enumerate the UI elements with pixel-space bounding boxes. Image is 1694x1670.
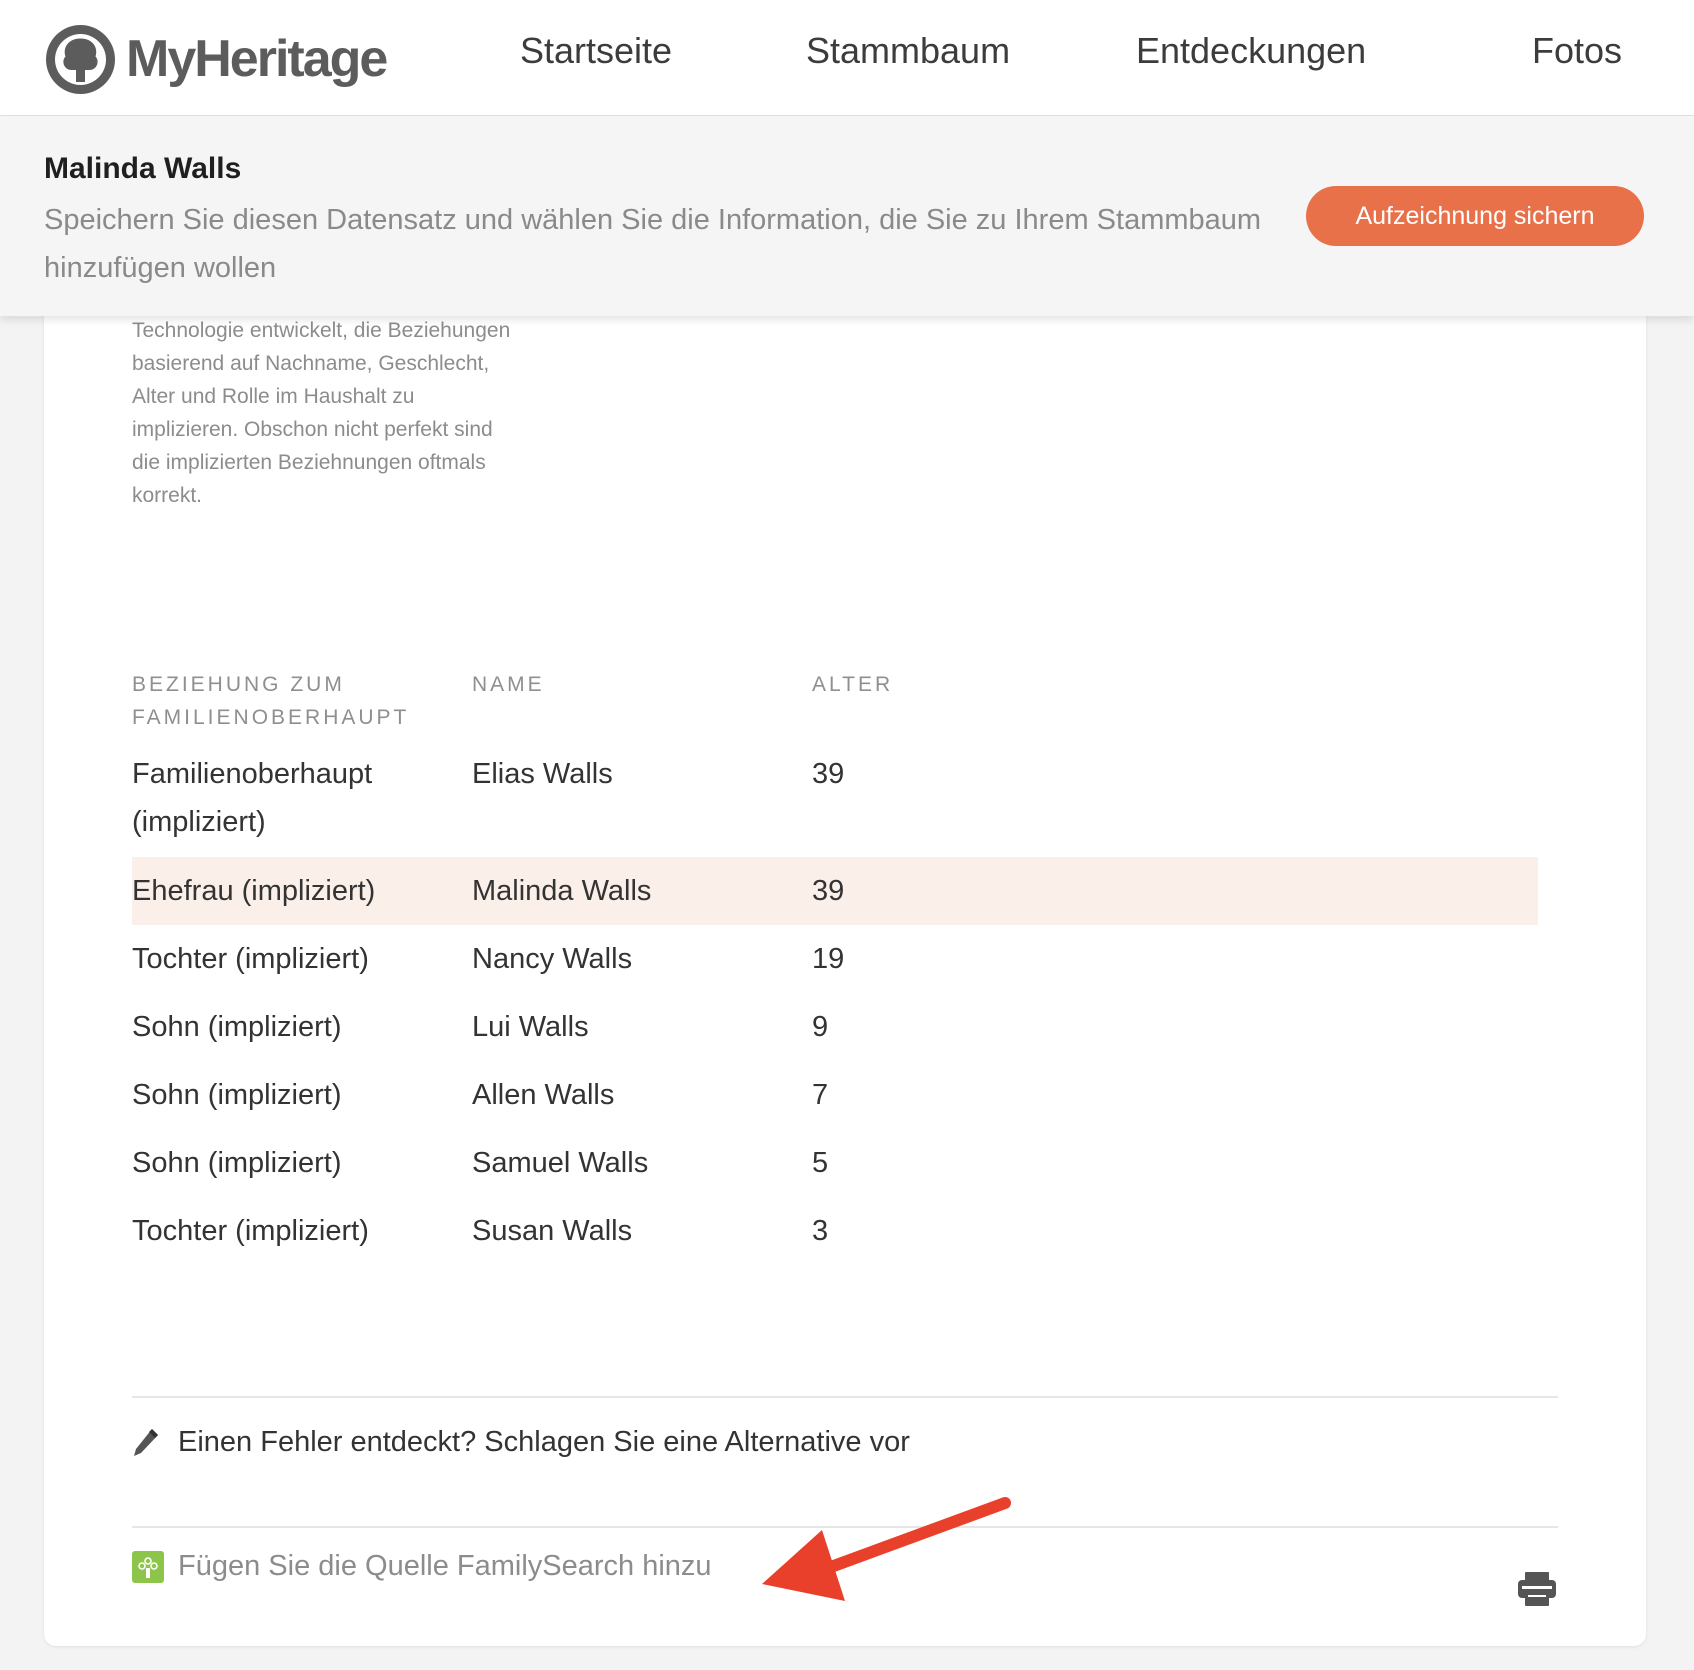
table-row[interactable]: Tochter (impliziert) Susan Walls 3: [132, 1207, 1538, 1263]
cell-name: Elias Walls: [472, 758, 613, 790]
column-header-age: Alter: [812, 673, 894, 696]
table-row[interactable]: Familienoberhaupt (impliziert) Elias Wal…: [132, 750, 1538, 846]
cell-name: Samuel Walls: [472, 1147, 649, 1179]
cell-relationship: Ehefrau (impliziert): [132, 875, 376, 907]
nav-startseite[interactable]: Startseite: [520, 30, 672, 72]
save-record-description: Speichern Sie diesen Datensatz und wähle…: [44, 204, 1262, 284]
record-person-name: Malinda Walls: [44, 152, 242, 185]
implied-relationships-note: Technologie entwickelt, die Beziehungen …: [132, 319, 511, 507]
pencil-icon: [134, 1428, 158, 1456]
cell-name: Allen Walls: [472, 1079, 615, 1111]
myheritage-logo-icon: [46, 24, 115, 94]
cell-name: Nancy Walls: [472, 943, 633, 975]
add-familysearch-source-text: Fügen Sie die Quelle FamilySearch hinzu: [178, 1550, 712, 1582]
column-header-relationship: Beziehung zum Familienoberhaupt: [132, 673, 410, 729]
cell-name: Lui Walls: [472, 1011, 589, 1043]
cell-name: Malinda Walls: [472, 875, 652, 907]
record-card: Technologie entwickelt, die Beziehungen …: [44, 250, 1646, 1646]
nav-entdeckungen[interactable]: Entdeckungen: [1136, 30, 1366, 72]
familysearch-icon: [132, 1550, 164, 1583]
table-row[interactable]: Tochter (impliziert) Nancy Walls 19: [132, 935, 1538, 991]
divider: [132, 1526, 1558, 1528]
top-navigation: MyHeritage Startseite Stammbaum Entdecku…: [0, 0, 1694, 116]
cell-age: 5: [812, 1147, 829, 1179]
cell-age: 9: [812, 1011, 829, 1043]
suggest-alternative-text: Einen Fehler entdeckt? Schlagen Sie eine…: [178, 1426, 910, 1458]
myheritage-logo[interactable]: MyHeritage: [43, 20, 388, 98]
logo-text: MyHeritage: [126, 30, 388, 88]
print-icon[interactable]: [1516, 1570, 1558, 1608]
table-row-highlighted[interactable]: Ehefrau (impliziert) Malinda Walls 39: [132, 857, 1538, 925]
suggest-alternative-link[interactable]: Einen Fehler entdeckt? Schlagen Sie eine…: [132, 1426, 910, 1459]
cell-relationship: Sohn (impliziert): [132, 1011, 342, 1043]
cell-age: 39: [812, 758, 845, 790]
table-row[interactable]: Sohn (impliziert) Lui Walls 9: [132, 1003, 1538, 1059]
nav-fotos[interactable]: Fotos: [1532, 30, 1622, 72]
cell-relationship: Sohn (impliziert): [132, 1147, 342, 1179]
cell-name: Susan Walls: [472, 1215, 633, 1247]
nav-stammbaum[interactable]: Stammbaum: [806, 30, 1010, 72]
table-row[interactable]: Sohn (impliziert) Allen Walls 7: [132, 1071, 1538, 1127]
save-record-button[interactable]: Aufzeichnung sichern: [1306, 186, 1644, 246]
cell-age: 39: [812, 875, 845, 907]
table-row[interactable]: Sohn (impliziert) Samuel Walls 5: [132, 1139, 1538, 1195]
cell-relationship: Tochter (impliziert): [132, 1215, 369, 1247]
divider: [132, 1396, 1558, 1398]
add-familysearch-source-link[interactable]: Fügen Sie die Quelle FamilySearch hinzu: [132, 1550, 712, 1583]
cell-relationship: Sohn (impliziert): [132, 1079, 342, 1111]
cell-relationship: Familienoberhaupt (impliziert): [132, 758, 373, 838]
cell-age: 3: [812, 1215, 829, 1247]
cell-relationship: Tochter (impliziert): [132, 943, 369, 975]
save-record-banner: Malinda Walls Speichern Sie diesen Daten…: [0, 116, 1694, 316]
cell-age: 7: [812, 1079, 829, 1111]
column-header-name: Name: [472, 673, 545, 696]
cell-age: 19: [812, 943, 845, 975]
